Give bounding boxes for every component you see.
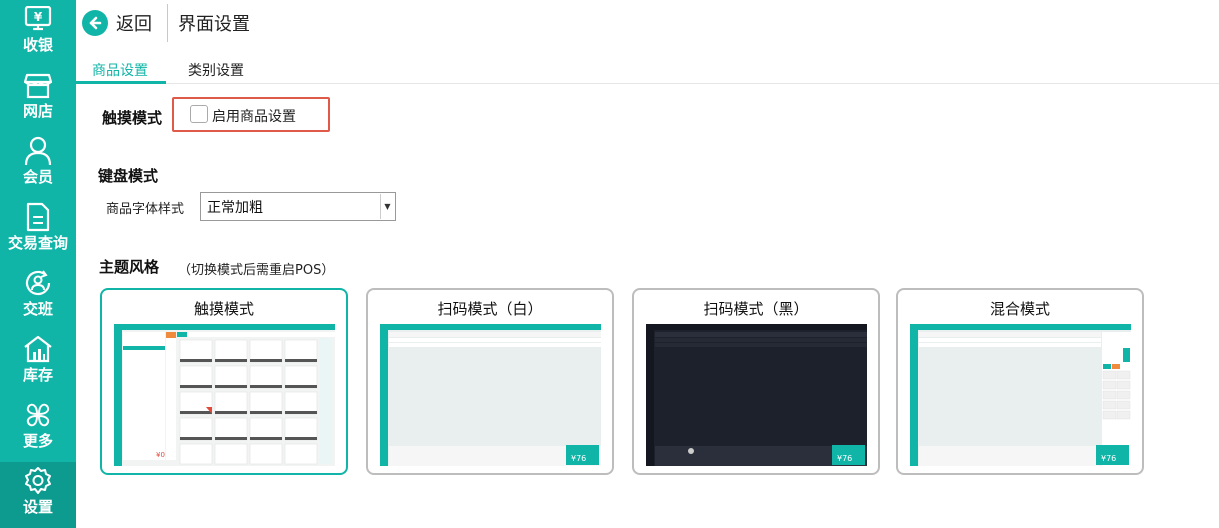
tab-category-settings[interactable]: 类别设置	[188, 60, 244, 80]
theme-card-touch[interactable]: 触摸模式 ¥0	[100, 288, 348, 475]
theme-card-title: 混合模式	[989, 300, 1050, 318]
cashier-icon: ¥	[21, 2, 55, 36]
active-tab-indicator	[76, 81, 166, 84]
svg-text:¥76: ¥76	[1101, 454, 1116, 463]
theme-card-title: 触摸模式	[193, 300, 254, 318]
sidebar-item-label: 库存	[22, 366, 53, 384]
member-icon	[21, 134, 55, 168]
theme-card-title: 扫码模式（黑）	[703, 300, 809, 318]
tab-divider	[76, 83, 1219, 84]
store-icon	[21, 68, 55, 102]
sidebar-item-more[interactable]: 更多	[0, 396, 76, 462]
theme-card-scan-black[interactable]: 扫码模式（黑） ¥76	[632, 288, 880, 475]
sidebar-item-label: 设置	[22, 498, 53, 516]
theme-preview-image: ¥0	[114, 324, 335, 466]
enable-product-settings-label[interactable]: 启用商品设置	[212, 106, 296, 126]
back-button[interactable]: 返回	[82, 9, 152, 37]
theme-card-mixed[interactable]: 混合模式 ¥76	[896, 288, 1144, 475]
sidebar-item-label: 更多	[22, 432, 53, 450]
enable-product-settings-checkbox[interactable]	[190, 105, 208, 123]
page-title: 界面设置	[178, 14, 250, 35]
theme-heading: 主题风格	[99, 258, 160, 276]
theme-preview-image: ¥76	[910, 324, 1131, 466]
sidebar-item-label: 交班	[22, 300, 53, 318]
document-icon	[21, 200, 55, 234]
enable-product-settings-highlight: 启用商品设置	[172, 97, 330, 132]
font-style-value: 正常加粗	[207, 200, 263, 216]
chevron-down-icon[interactable]: ▼	[380, 194, 394, 219]
sidebar-item-settings[interactable]: 设置	[0, 462, 76, 528]
font-style-label: 商品字体样式	[106, 202, 185, 217]
gear-icon	[21, 464, 55, 498]
svg-text:¥0: ¥0	[156, 451, 165, 459]
touch-mode-heading: 触摸模式	[102, 109, 163, 127]
sidebar-item-label: 网店	[22, 102, 53, 120]
more-icon	[21, 398, 55, 432]
header-divider	[167, 4, 168, 42]
shift-icon	[21, 266, 55, 300]
sidebar-item-shift[interactable]: 交班	[0, 264, 76, 330]
sidebar-item-cashier[interactable]: ¥ 收银	[0, 0, 76, 66]
svg-text:¥76: ¥76	[571, 454, 586, 463]
theme-card-title: 扫码模式（白）	[437, 300, 543, 318]
svg-text:¥: ¥	[34, 10, 43, 24]
warehouse-icon	[21, 332, 55, 366]
tab-bar: 商品设置 类别设置	[76, 54, 1219, 84]
sidebar-item-label: 收银	[22, 36, 53, 54]
sidebar-item-label: 会员	[22, 168, 53, 186]
sidebar-item-store[interactable]: 网店	[0, 66, 76, 132]
theme-preview-image: ¥76	[646, 324, 867, 466]
back-arrow-icon	[82, 10, 108, 36]
header: 返回 界面设置	[76, 0, 1219, 46]
sidebar-item-transactions[interactable]: 交易查询	[0, 198, 76, 264]
font-style-select[interactable]: 正常加粗 ▼	[200, 192, 396, 221]
sidebar: ¥ 收银 网店 会员 交易查询 交班 库存 更多 设置	[0, 0, 76, 528]
theme-preview-image: ¥76	[380, 324, 601, 466]
sidebar-item-inventory[interactable]: 库存	[0, 330, 76, 396]
theme-card-scan-white[interactable]: 扫码模式（白） ¥76	[366, 288, 614, 475]
keyboard-mode-heading: 键盘模式	[98, 167, 159, 185]
sidebar-item-label: 交易查询	[7, 234, 68, 252]
back-label: 返回	[116, 14, 152, 35]
svg-text:¥76: ¥76	[837, 454, 852, 463]
sidebar-item-member[interactable]: 会员	[0, 132, 76, 198]
theme-hint: （切换模式后需重启POS）	[178, 263, 335, 278]
tab-product-settings[interactable]: 商品设置	[92, 60, 148, 80]
